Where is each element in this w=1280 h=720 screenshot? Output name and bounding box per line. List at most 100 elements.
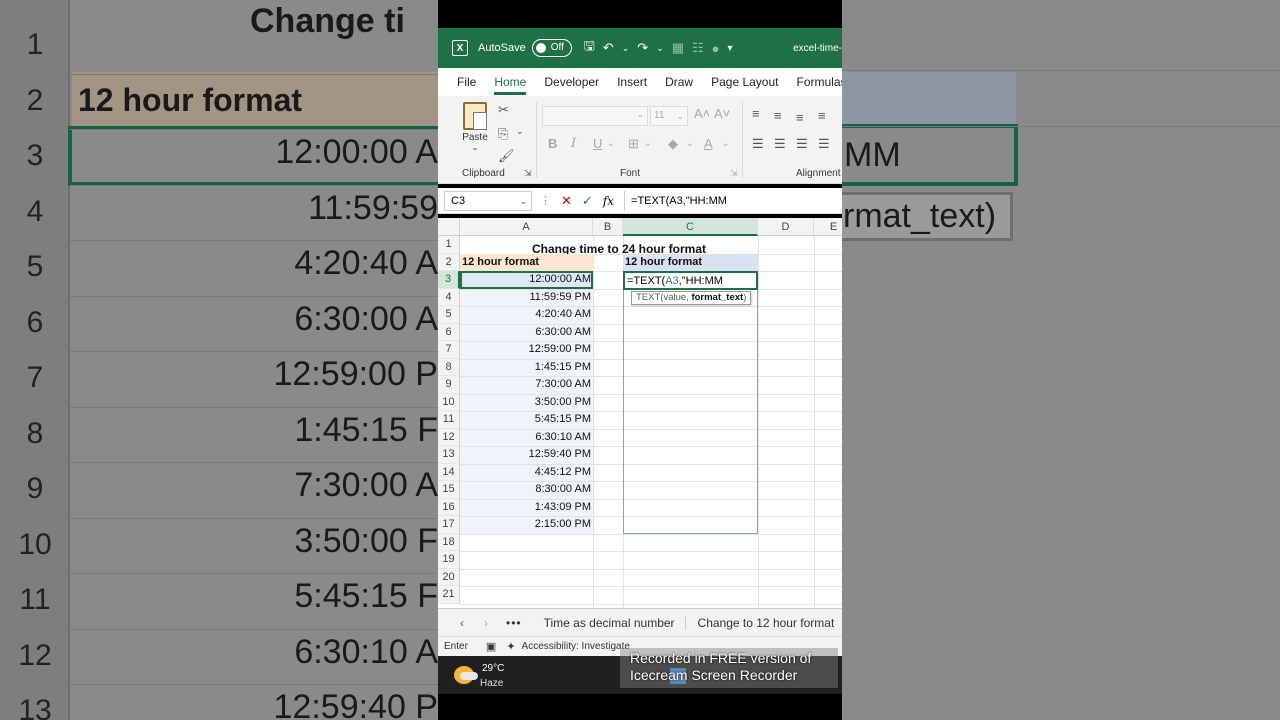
align-bottom-icon[interactable]: ≡ [796, 110, 804, 125]
row-header-19[interactable]: 19 [438, 551, 460, 569]
record-icon[interactable]: ● [712, 41, 720, 56]
previous-sheet-icon[interactable]: ‹ [460, 616, 464, 630]
row-header-10[interactable]: 10 [438, 393, 460, 411]
row-header-12[interactable]: 12 [438, 428, 460, 446]
copy-dropdown-icon[interactable]: ⌄ [516, 126, 524, 137]
format-painter-icon[interactable]: 🖌 [498, 148, 515, 164]
time-cell-a12[interactable]: 6:30:10 AM [460, 429, 593, 447]
cut-icon[interactable]: ✂ [498, 102, 509, 118]
font-color-icon[interactable]: A [704, 136, 713, 151]
time-cell-a17[interactable]: 2:15:00 PM [460, 516, 593, 534]
column-header-e[interactable]: E [814, 218, 842, 236]
cancel-icon[interactable]: ✕ [561, 193, 572, 209]
time-cell-a8[interactable]: 1:45:15 PM [460, 359, 593, 377]
column-header-a[interactable]: A [460, 218, 593, 236]
fill-dropdown-icon[interactable]: ⌄ [686, 138, 694, 149]
underline-dropdown-icon[interactable]: ⌄ [607, 138, 615, 149]
time-cell-a15[interactable]: 8:30:00 AM [460, 481, 593, 499]
format-icon[interactable]: ☷ [692, 40, 704, 56]
align-left-icon[interactable]: ☰ [752, 136, 764, 152]
tab-page-layout[interactable]: Page Layout [711, 75, 778, 89]
underline-icon[interactable]: U [593, 136, 602, 151]
clipboard-launcher-icon[interactable]: ⇲ [524, 168, 532, 179]
time-cell-a6[interactable]: 6:30:00 AM [460, 324, 593, 342]
align-center-icon[interactable]: ☰ [774, 136, 786, 152]
time-cell-a11[interactable]: 5:45:15 PM [460, 411, 593, 429]
row-header-3[interactable]: 3 [438, 271, 460, 289]
row-header-20[interactable]: 20 [438, 568, 460, 586]
time-cell-a13[interactable]: 12:59:40 PM [460, 446, 593, 464]
accessibility-status[interactable]: Accessibility: Investigate [522, 641, 630, 652]
sheet-tab-decimal[interactable]: Time as decimal number [544, 615, 686, 630]
copy-icon[interactable]: ⎘ [498, 126, 508, 142]
fill-color-icon[interactable]: ◆ [668, 136, 678, 152]
time-cell-a16[interactable]: 1:43:09 PM [460, 499, 593, 517]
header-a2[interactable]: 12 hour format [460, 253, 593, 271]
column-header-d[interactable]: D [758, 218, 814, 236]
accessibility-icon[interactable]: ✦ [506, 640, 515, 653]
font-color-dropdown-icon[interactable]: ⌄ [722, 138, 730, 149]
time-cell-a3[interactable]: 12:00:00 AM [460, 271, 593, 289]
macro-record-icon[interactable]: ▣ [486, 640, 496, 653]
header-c2[interactable]: 12 hour format [623, 253, 758, 271]
time-cell-a14[interactable]: 4:45:12 PM [460, 464, 593, 482]
time-cell-a7[interactable]: 12:59:00 PM [460, 341, 593, 359]
redo-dropdown-icon[interactable]: ⌄ [656, 43, 664, 54]
more-sheets-icon[interactable]: ••• [506, 616, 522, 630]
row-header-8[interactable]: 8 [438, 358, 460, 376]
font-name-input[interactable]: ⌄ [542, 106, 648, 126]
time-cell-a9[interactable]: 7:30:00 AM [460, 376, 593, 394]
enter-icon[interactable]: ✓ [582, 193, 593, 209]
name-box[interactable]: C3 ⌄ [444, 190, 532, 211]
tab-draw[interactable]: Draw [665, 75, 693, 89]
column-header-b[interactable]: B [593, 218, 623, 236]
save-icon[interactable]: 🖫 [584, 37, 595, 59]
tab-developer[interactable]: Developer [544, 75, 599, 89]
more-icon[interactable]: ⋮ [540, 194, 551, 207]
decrease-font-icon[interactable]: A˅ [714, 106, 730, 121]
insert-function-icon[interactable]: fx [603, 194, 614, 208]
italic-icon[interactable]: I [571, 136, 576, 151]
redo-icon[interactable]: ↷ [637, 40, 648, 56]
row-header-16[interactable]: 16 [438, 498, 460, 516]
formula-input[interactable]: =TEXT(A3,"HH:MM [624, 190, 842, 211]
font-size-input[interactable]: 11 ⌄ [650, 106, 688, 126]
row-header-17[interactable]: 17 [438, 516, 460, 534]
row-header-6[interactable]: 6 [438, 323, 460, 341]
row-header-4[interactable]: 4 [438, 288, 460, 306]
time-cell-a5[interactable]: 4:20:40 AM [460, 306, 593, 324]
row-header-5[interactable]: 5 [438, 306, 460, 324]
align-top-icon[interactable]: ≡ [752, 106, 760, 121]
autosave-toggle[interactable]: Off [531, 39, 572, 57]
table-icon[interactable]: ▦ [672, 40, 684, 56]
customize-toolbar-icon[interactable]: ▾ [728, 43, 733, 54]
paste-dropdown-icon[interactable]: ⌄ [460, 143, 490, 152]
time-cell-a10[interactable]: 3:50:00 PM [460, 394, 593, 412]
undo-dropdown-icon[interactable]: ⌄ [622, 43, 630, 54]
indent-icon[interactable]: ☰ [818, 136, 830, 152]
font-launcher-icon[interactable]: ⇲ [730, 168, 738, 179]
row-header-18[interactable]: 18 [438, 533, 460, 551]
row-header-2[interactable]: 2 [438, 253, 460, 271]
paste-button[interactable]: Paste ⌄ [460, 102, 490, 152]
align-middle-icon[interactable]: ≡ [774, 108, 782, 123]
row-header-7[interactable]: 7 [438, 341, 460, 359]
tab-insert[interactable]: Insert [617, 75, 647, 89]
next-sheet-icon[interactable]: › [484, 616, 488, 630]
row-header-21[interactable]: 21 [438, 586, 460, 604]
orientation-icon[interactable]: ≡ [818, 108, 826, 123]
increase-font-icon[interactable]: A˄ [694, 106, 710, 121]
undo-icon[interactable]: ↶ [603, 40, 614, 56]
align-right-icon[interactable]: ☰ [796, 136, 808, 152]
tab-home[interactable]: Home [494, 75, 527, 95]
editing-cell-c3[interactable]: =TEXT(A3,"HH:MM [623, 271, 758, 290]
function-tooltip[interactable]: TEXT(value, format_text) [631, 290, 752, 305]
column-header-c[interactable]: C [623, 218, 758, 236]
borders-icon[interactable]: ⊞ [628, 136, 639, 152]
row-header-15[interactable]: 15 [438, 481, 460, 499]
bold-icon[interactable]: B [548, 136, 557, 151]
worksheet-grid[interactable]: A B C D E 1 2 3 4 5 6 7 8 9 10 11 12 13 14 15 16 17 18 19 20 21 Ch… [438, 218, 842, 608]
row-header-1[interactable]: 1 [438, 236, 460, 254]
tab-formulas[interactable]: Formulas [796, 75, 842, 89]
name-box-dropdown-icon[interactable]: ⌄ [519, 192, 527, 210]
